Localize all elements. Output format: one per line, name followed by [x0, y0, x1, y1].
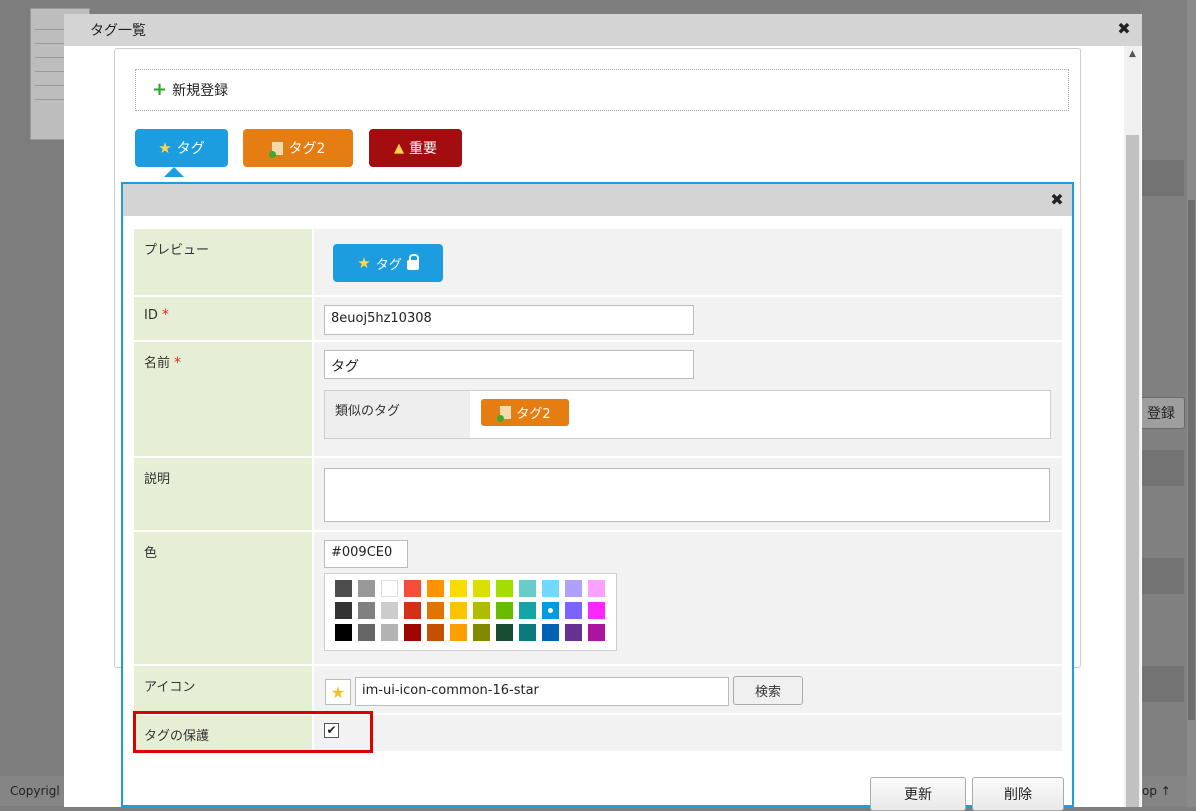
color-swatch[interactable] [542, 580, 559, 597]
name-field[interactable]: タグ [324, 350, 694, 379]
color-label: 色 [134, 532, 312, 664]
plus-icon: + [152, 79, 168, 100]
color-swatch[interactable] [588, 580, 605, 597]
tag-item-tag[interactable]: ★ タグ [135, 129, 228, 167]
color-swatch[interactable] [404, 602, 421, 619]
color-swatch[interactable] [381, 624, 398, 641]
tag-item-label: 重要 [409, 141, 437, 157]
protect-value-cell [314, 715, 1062, 751]
color-swatch[interactable] [519, 624, 536, 641]
highlight-annotation [133, 711, 373, 753]
preview-tag: ★ タグ [333, 244, 443, 282]
icon-field[interactable]: im-ui-icon-common-16-star [355, 677, 729, 706]
warning-icon: ▲ [394, 140, 404, 156]
color-swatch[interactable] [496, 580, 513, 597]
color-swatch[interactable] [542, 602, 559, 619]
close-icon[interactable]: ✖ [1047, 190, 1067, 210]
description-label: 説明 [134, 458, 312, 530]
color-swatch[interactable] [565, 580, 582, 597]
color-swatch[interactable] [519, 580, 536, 597]
search-button[interactable]: 検索 [733, 676, 803, 705]
color-swatch[interactable] [335, 580, 352, 597]
color-swatch[interactable] [427, 624, 444, 641]
background-row [1140, 558, 1184, 594]
color-swatch[interactable] [519, 602, 536, 619]
similar-tags-label: 類似のタグ [325, 391, 470, 438]
background-row [1140, 666, 1184, 702]
tag-item-tag2[interactable]: タグ2 [243, 129, 353, 167]
color-swatch[interactable] [404, 624, 421, 641]
scroll-up-arrow-icon[interactable]: ▲ [1124, 46, 1141, 63]
color-swatch[interactable] [335, 602, 352, 619]
id-label: ID * [134, 297, 312, 340]
color-swatch[interactable] [404, 580, 421, 597]
color-swatch[interactable] [358, 580, 375, 597]
new-register-area [135, 69, 1069, 111]
tag-item-important[interactable]: ▲ 重要 [369, 129, 462, 167]
color-swatch[interactable] [335, 624, 352, 641]
color-swatch[interactable] [473, 580, 490, 597]
delete-button[interactable]: 削除 [972, 777, 1064, 811]
similar-tag-label: タグ2 [516, 407, 551, 422]
background-footer-copyright: Copyrigl [0, 776, 66, 806]
tag-editor-titlebar [123, 184, 1072, 216]
color-swatch[interactable] [381, 602, 398, 619]
similar-tag-item[interactable]: タグ2 [481, 399, 569, 426]
selected-tag-pointer [164, 167, 184, 177]
color-swatch[interactable] [473, 624, 490, 641]
dialog-scrollbar-thumb[interactable] [1126, 135, 1139, 807]
id-field[interactable]: 8euoj5hz10308 [324, 305, 694, 335]
color-swatch[interactable] [427, 602, 444, 619]
lock-icon [406, 254, 419, 270]
description-textarea[interactable] [324, 468, 1050, 522]
dialog-title: タグ一覧 [90, 23, 146, 39]
preview-row: プレビュー [134, 229, 1062, 295]
close-icon[interactable]: ✖ [1114, 19, 1134, 39]
page-scrollbar-thumb [1188, 200, 1195, 720]
required-mark: * [161, 307, 169, 323]
color-swatch[interactable] [450, 602, 467, 619]
preview-tag-label: タグ [375, 257, 402, 273]
new-register-button[interactable]: + 新規登録 [152, 80, 228, 100]
document-add-icon [497, 405, 513, 422]
background-row [1140, 160, 1184, 196]
tag-item-label: タグ [176, 141, 205, 157]
color-swatch[interactable] [542, 624, 559, 641]
color-swatch[interactable] [473, 602, 490, 619]
star-icon: ★ [158, 139, 172, 157]
color-swatch[interactable] [358, 602, 375, 619]
color-swatch[interactable] [565, 624, 582, 641]
color-swatch[interactable] [381, 580, 398, 597]
color-swatch[interactable] [496, 602, 513, 619]
color-swatch[interactable] [427, 580, 444, 597]
update-button[interactable]: 更新 [870, 777, 966, 811]
color-swatch[interactable] [450, 580, 467, 597]
star-icon: ★ [325, 679, 351, 705]
required-mark: * [174, 355, 182, 371]
color-swatch[interactable] [565, 602, 582, 619]
tag-list-dialog-titlebar [64, 14, 1142, 46]
tag-item-label: タグ2 [288, 141, 326, 157]
color-swatch[interactable] [450, 624, 467, 641]
color-swatch[interactable] [496, 624, 513, 641]
document-add-icon [268, 140, 284, 158]
color-swatch[interactable] [588, 624, 605, 641]
name-label: 名前 * [134, 342, 312, 456]
preview-label: プレビュー [134, 229, 312, 295]
color-field[interactable]: #009CE0 [324, 540, 408, 568]
new-register-label: 新規登録 [172, 83, 229, 99]
color-palette [324, 573, 617, 651]
background-row [1140, 450, 1184, 486]
star-icon: ★ [357, 254, 371, 272]
color-swatch[interactable] [588, 602, 605, 619]
background-register-button: 登録 [1137, 397, 1185, 429]
icon-label: アイコン [134, 666, 312, 713]
color-swatch[interactable] [358, 624, 375, 641]
